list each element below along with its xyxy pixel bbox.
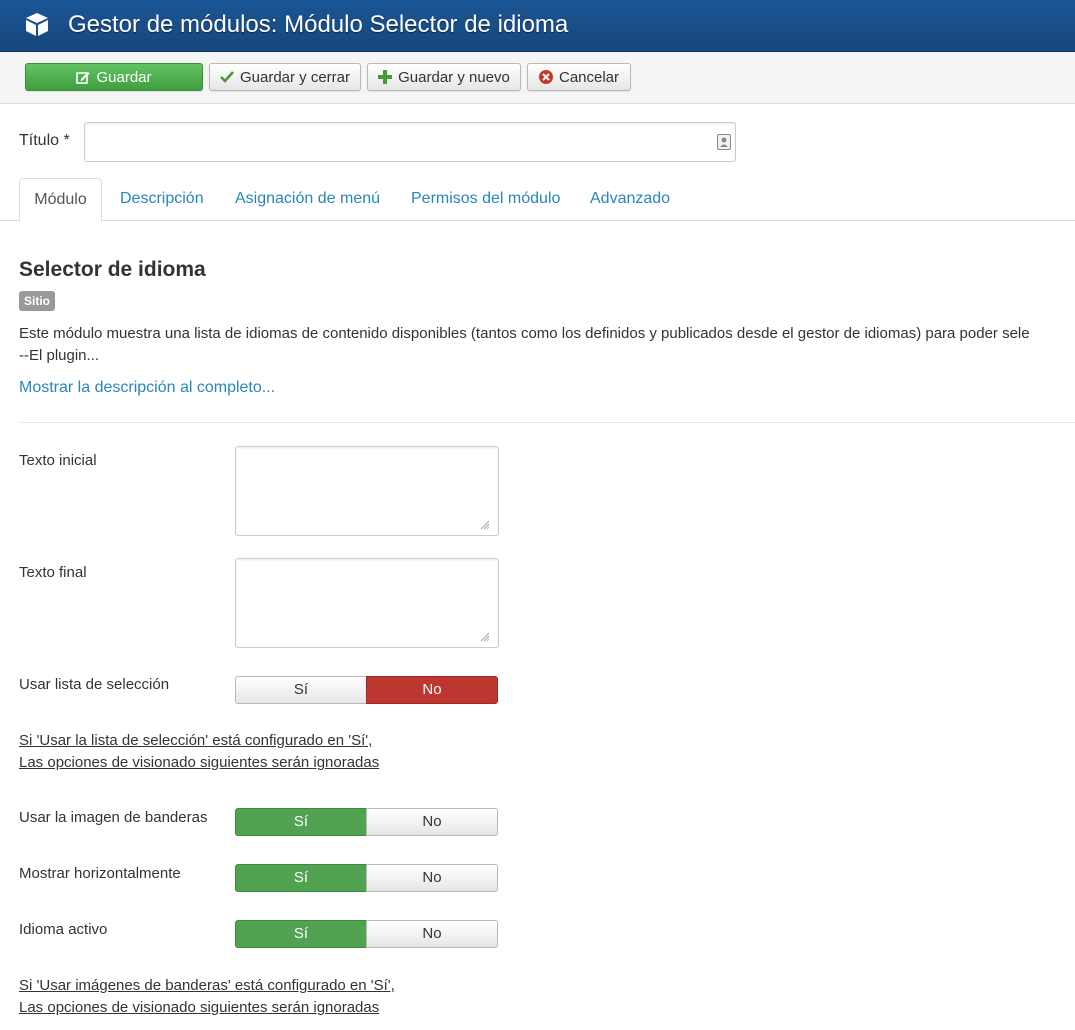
flags-yes-button[interactable]: Sí — [235, 808, 367, 836]
check-icon — [220, 71, 234, 83]
save-close-button-label: Guardar y cerrar — [239, 68, 351, 86]
cancel-button[interactable]: Cancelar — [527, 63, 631, 91]
tab-advanced[interactable]: Advanzado — [590, 178, 670, 221]
module-description-more: --El plugin... — [19, 347, 100, 364]
divider — [19, 422, 1075, 423]
tab-description[interactable]: Descripción — [120, 178, 204, 221]
flags-note-line1: Si 'Usar imágenes de banderas' está conf… — [19, 977, 395, 994]
plus-icon — [378, 70, 393, 84]
flags-toggle: Sí No — [235, 808, 498, 836]
page-title: Gestor de módulos: Módulo Selector de id… — [68, 11, 569, 38]
title-input[interactable] — [84, 122, 736, 162]
dropdown-note-line2: Las opciones de visionado siguientes ser… — [19, 754, 380, 771]
resize-grip-icon[interactable] — [480, 632, 490, 642]
site-badge: Sitio — [19, 291, 55, 311]
tab-bar: Módulo Descripción Asignación de menú Pe… — [0, 178, 1075, 222]
dropdown-note-line1: Si 'Usar la lista de selección' está con… — [19, 732, 373, 749]
horizontal-no-button[interactable]: No — [366, 864, 498, 892]
active-language-no-button[interactable]: No — [366, 920, 498, 948]
tab-module[interactable]: Módulo — [19, 178, 102, 222]
horizontal-toggle: Sí No — [235, 864, 498, 892]
cube-icon — [26, 13, 48, 36]
cancel-icon — [538, 70, 553, 84]
flags-no-button[interactable]: No — [366, 808, 498, 836]
posttext-label: Texto final — [19, 564, 87, 581]
save-button[interactable]: Guardar — [25, 63, 203, 91]
tab-menu-assignment[interactable]: Asignación de menú — [235, 178, 380, 221]
flags-label: Usar la imagen de banderas — [19, 809, 208, 826]
title-label: Título * — [19, 132, 70, 149]
page-header: Gestor de módulos: Módulo Selector de id… — [0, 0, 1075, 52]
dropdown-no-button[interactable]: No — [366, 676, 498, 704]
save-close-button[interactable]: Guardar y cerrar — [209, 63, 361, 91]
save-button-label: Guardar — [96, 68, 152, 86]
toolbar: Guardar Guardar y cerrar Guardar y nuevo… — [0, 52, 1075, 104]
pretext-textarea[interactable] — [235, 446, 499, 536]
edit-icon — [76, 72, 90, 84]
module-description: Este módulo muestra una lista de idiomas… — [19, 325, 1030, 342]
horizontal-label: Mostrar horizontalmente — [19, 865, 181, 882]
cancel-button-label: Cancelar — [558, 68, 620, 86]
dropdown-yes-button[interactable]: Sí — [235, 676, 367, 704]
active-language-toggle: Sí No — [235, 920, 498, 948]
flags-note-line2: Las opciones de visionado siguientes ser… — [19, 999, 380, 1016]
module-name: Selector de idioma — [19, 258, 206, 281]
save-new-button[interactable]: Guardar y nuevo — [367, 63, 521, 91]
pretext-label: Texto inicial — [19, 452, 97, 469]
active-language-yes-button[interactable]: Sí — [235, 920, 367, 948]
posttext-textarea[interactable] — [235, 558, 499, 648]
save-new-button-label: Guardar y nuevo — [398, 68, 510, 86]
tab-module-permissions[interactable]: Permisos del módulo — [411, 178, 560, 221]
active-language-label: Idioma activo — [19, 921, 108, 938]
resize-grip-icon[interactable] — [480, 520, 490, 530]
contact-card-icon — [717, 134, 731, 150]
horizontal-yes-button[interactable]: Sí — [235, 864, 367, 892]
show-full-description-link[interactable]: Mostrar la descripción al completo... — [19, 379, 275, 397]
dropdown-toggle: Sí No — [235, 676, 498, 704]
dropdown-label: Usar lista de selección — [19, 676, 170, 693]
